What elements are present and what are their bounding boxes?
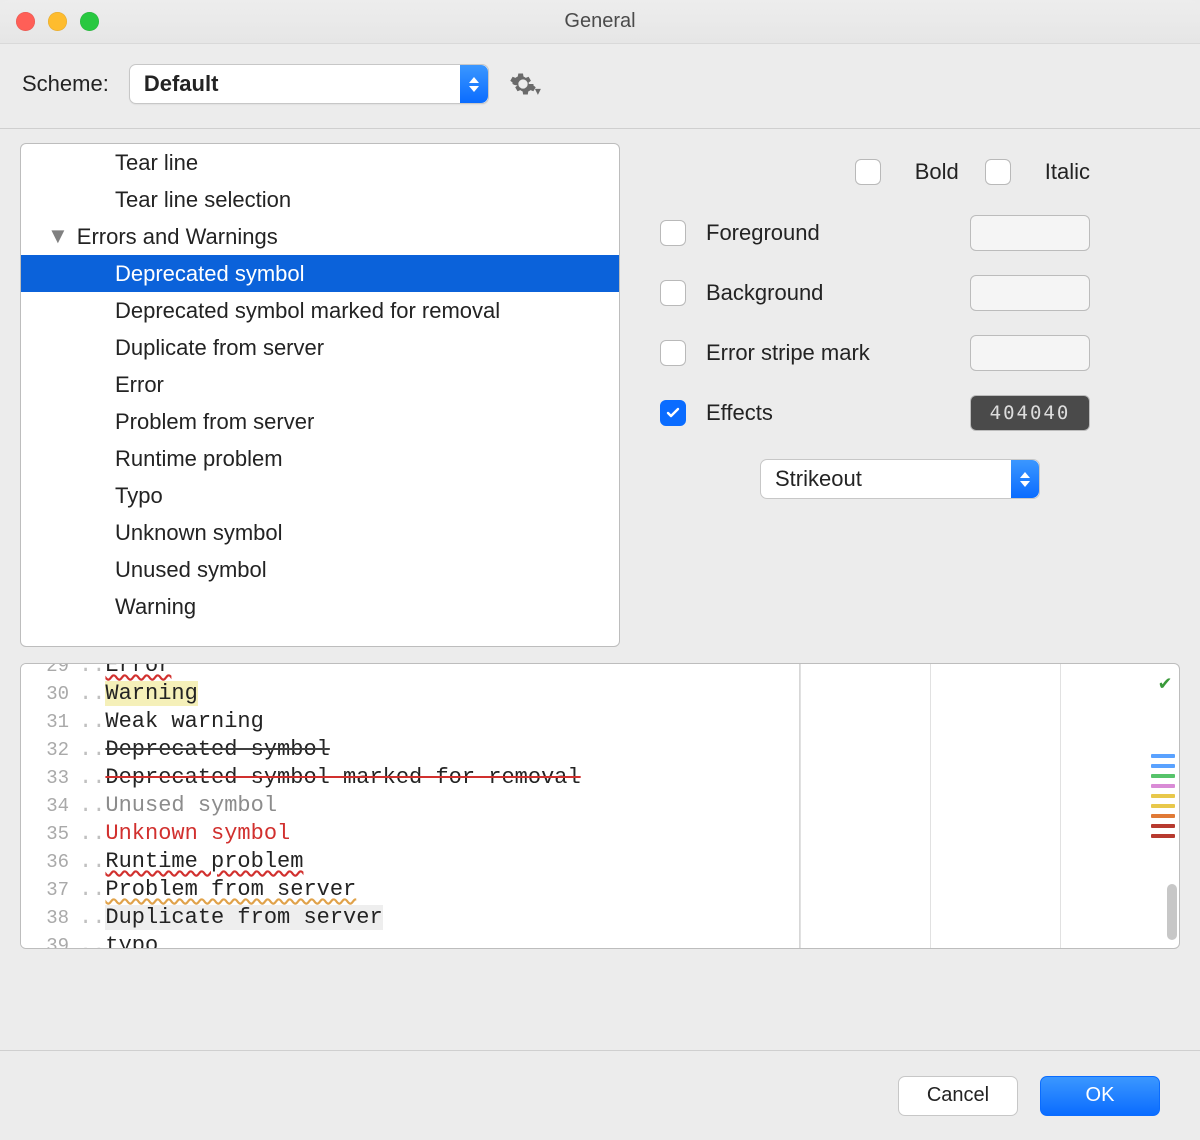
tree-item[interactable]: Deprecated symbol	[21, 255, 619, 292]
effects-label: Effects	[706, 400, 773, 426]
tree-item[interactable]: Unknown symbol	[21, 514, 619, 551]
effect-type-select[interactable]: Strikeout	[760, 459, 1040, 499]
bold-label: Bold	[915, 159, 959, 185]
updown-icon	[1011, 460, 1039, 498]
scheme-row: Scheme: Default ▾	[0, 44, 1200, 129]
ok-button[interactable]: OK	[1040, 1076, 1160, 1116]
dialog-footer: Cancel OK	[0, 1050, 1200, 1140]
bold-checkbox[interactable]	[855, 159, 881, 185]
code-line: ..Deprecated symbol marked for removal	[79, 764, 799, 792]
effects-swatch[interactable]: 404040	[970, 395, 1090, 431]
attributes-tree[interactable]: Tear lineTear line selection▼Errors and …	[20, 143, 620, 647]
code-line: ..Unknown symbol	[79, 820, 799, 848]
gear-icon[interactable]: ▾	[509, 70, 541, 98]
tree-item[interactable]: Error	[21, 366, 619, 403]
code-line: ..Unused symbol	[79, 792, 799, 820]
scheme-label: Scheme:	[22, 71, 109, 97]
tree-item[interactable]: Warning	[21, 588, 619, 625]
tree-item[interactable]: Runtime problem	[21, 440, 619, 477]
titlebar: General	[0, 0, 1200, 44]
scheme-value: Default	[144, 71, 219, 97]
background-swatch[interactable]	[970, 275, 1090, 311]
italic-label: Italic	[1045, 159, 1090, 185]
code-line: ..typo	[79, 932, 799, 949]
foreground-swatch[interactable]	[970, 215, 1090, 251]
gutter: 2930313233343536373839	[21, 664, 77, 948]
tree-item[interactable]: Unused symbol	[21, 551, 619, 588]
scheme-select[interactable]: Default	[129, 64, 489, 104]
stripe-label: Error stripe mark	[706, 340, 870, 366]
preview-editor[interactable]: 2930313233343536373839 ..Error..Warning.…	[20, 663, 1180, 949]
inspection-ok-icon[interactable]: ✔	[1159, 670, 1171, 696]
tree-item[interactable]: Deprecated symbol marked for removal	[21, 292, 619, 329]
code-line: ..Error	[79, 663, 799, 680]
foreground-checkbox[interactable]	[660, 220, 686, 246]
tree-item[interactable]: Problem from server	[21, 403, 619, 440]
chevron-down-icon: ▼	[47, 223, 69, 249]
stripe-swatch[interactable]	[970, 335, 1090, 371]
updown-icon	[460, 65, 488, 103]
error-stripes[interactable]	[1151, 754, 1175, 844]
effects-checkbox[interactable]	[660, 400, 686, 426]
foreground-label: Foreground	[706, 220, 820, 246]
background-checkbox[interactable]	[660, 280, 686, 306]
tree-item[interactable]: Tear line selection	[21, 181, 619, 218]
preview-rightbar: ✔	[799, 664, 1179, 948]
cancel-button[interactable]: Cancel	[898, 1076, 1018, 1116]
code-area: ..Error..Warning..Weak warning..Deprecat…	[77, 664, 799, 948]
scrollbar-thumb[interactable]	[1167, 884, 1177, 940]
style-panel: Bold Italic Foreground Background Error …	[660, 143, 1180, 647]
tree-item[interactable]: Tear line	[21, 144, 619, 181]
tree-section[interactable]: ▼Errors and Warnings	[21, 218, 619, 255]
code-line: ..Duplicate from server	[79, 904, 799, 932]
code-line: ..Warning	[79, 680, 799, 708]
code-line: ..Weak warning	[79, 708, 799, 736]
window-title: General	[0, 10, 1200, 33]
stripe-checkbox[interactable]	[660, 340, 686, 366]
effect-type-value: Strikeout	[775, 466, 862, 492]
code-line: ..Runtime problem	[79, 848, 799, 876]
background-label: Background	[706, 280, 823, 306]
code-line: ..Deprecated symbol	[79, 736, 799, 764]
code-line: ..Problem from server	[79, 876, 799, 904]
tree-item[interactable]: Typo	[21, 477, 619, 514]
italic-checkbox[interactable]	[985, 159, 1011, 185]
tree-item[interactable]: Duplicate from server	[21, 329, 619, 366]
